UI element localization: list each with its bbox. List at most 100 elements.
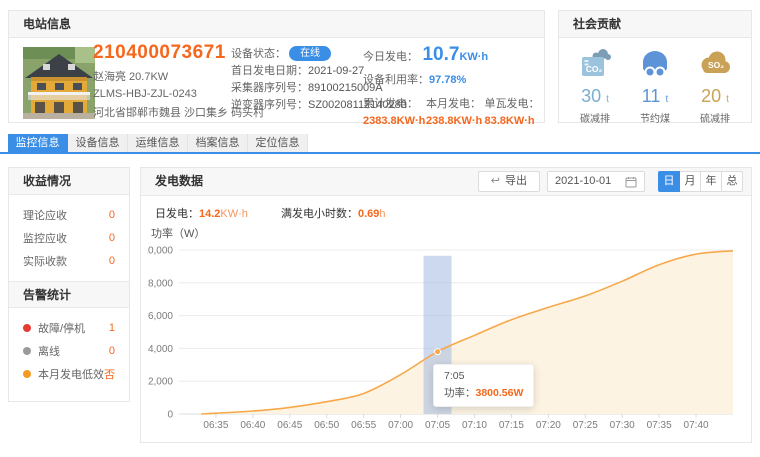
social-panel-title: 社会贡献 [559,11,751,38]
hover-point-marker [435,349,441,355]
so2-reduction-icon: SO₂ [697,46,733,80]
generation-data-panel: 发电数据 ↩ 导出 2021-10-01 日 月 [140,167,752,443]
alarm-section-title: 告警统计 [9,281,129,308]
daily-summary-row: 日发电：14.2KW·h 满发电小时数：0.69h [155,205,416,221]
so2-reduction-cell: SO₂ 20 t 硫减排 [685,46,745,125]
total-generation-cell: 累计发电： 2383.8KW·h [363,95,425,127]
export-button[interactable]: ↩ 导出 [478,171,540,192]
tab-archive-info[interactable]: 档案信息 [188,134,248,152]
svg-text:07:30: 07:30 [610,420,635,431]
calendar-icon [625,176,637,188]
svg-text:07:35: 07:35 [647,420,672,431]
alarm-row-fault: 故障/停机 1 [9,316,129,339]
social-contribution-panel: 社会贡献 CO₂ 30 t 碳减排 [558,10,752,123]
range-month-button[interactable]: 月 [679,171,701,192]
station-owner: 赵海亮 20.7KW [93,68,233,84]
co2-reduction-cell: CO₂ 30 t 碳减排 [565,46,625,125]
full-hours-value: 0.69 [358,208,379,220]
fault-dot-icon [23,324,31,332]
revenue-row-monitored: 监控应收 0 [9,226,129,249]
tab-device-info[interactable]: 设备信息 [68,134,128,152]
station-code: ZLMS-HBJ-ZJL-0243 [93,88,233,100]
svg-text:07:25: 07:25 [573,420,598,431]
inverter-serial-row: 逆变器序列号：SZ00208112140280 [231,97,361,114]
so2-value: 20 [701,86,721,106]
utilization-value: 97.78% [429,74,466,86]
chart-panel-title: 发电数据 [155,174,203,188]
range-day-button[interactable]: 日 [658,171,680,192]
per-watt-generation-cell: 单瓦发电： 83.8KW·h [485,95,543,127]
device-status-label: 设备状态： [231,48,286,60]
svg-text:4,000: 4,000 [148,344,173,355]
coal-label: 节约煤 [625,110,685,125]
chart-tooltip: 7:05 功率：3800.56W [433,364,534,407]
so2-label: 硫减排 [685,110,745,125]
day-generation-value: 14.2 [199,208,220,220]
svg-text:06:50: 06:50 [314,420,339,431]
svg-text:10,000: 10,000 [147,246,173,257]
co2-label: 碳减排 [565,110,625,125]
coal-saving-icon [637,46,673,80]
offline-count: 0 [109,345,115,357]
tab-operation-info[interactable]: 运维信息 [128,134,188,152]
svg-text:07:00: 07:00 [388,420,413,431]
monitored-receivable-value: 0 [109,232,115,244]
range-total-button[interactable]: 总 [721,171,743,192]
theoretical-receivable-value: 0 [109,209,115,221]
svg-text:06:45: 06:45 [277,420,302,431]
first-gen-date: 2021-09-27 [308,65,364,77]
tab-monitoring-info[interactable]: 监控信息 [8,134,68,152]
fault-count: 1 [109,322,115,334]
coal-value: 11 [642,86,661,106]
low-efficiency-dot-icon [23,370,31,378]
tabbar-underline [0,152,760,154]
svg-text:6,000: 6,000 [148,311,173,322]
low-efficiency-flag: 否 [104,366,115,382]
revenue-row-theoretical: 理论应收 0 [9,203,129,226]
utilization-row: 设备利用率：97.78% [363,71,543,87]
svg-text:07:15: 07:15 [499,420,524,431]
svg-text:06:55: 06:55 [351,420,376,431]
co2-value: 30 [581,86,601,106]
today-generation-row: 今日发电： 10.7KW·h [363,44,543,66]
date-picker[interactable]: 2021-10-01 [547,171,645,192]
svg-text:2,000: 2,000 [148,377,173,388]
today-generation-value: 10.7 [422,44,459,65]
tab-location-info[interactable]: 定位信息 [248,134,308,152]
station-panel-title: 电站信息 [9,11,544,38]
svg-text:07:10: 07:10 [462,420,487,431]
coal-saving-cell: 11 t 节约煤 [625,46,685,125]
svg-text:07:05: 07:05 [425,420,450,431]
svg-text:07:40: 07:40 [684,420,709,431]
offline-dot-icon [23,347,31,355]
co2-reduction-icon: CO₂ [577,46,613,80]
power-chart-svg[interactable]: 0 2,000 4,000 6,000 8,000 10,000 06:35 06:40 06:… [147,236,747,441]
station-info-panel: 电站信息 [8,10,545,123]
first-gen-date-row: 首日发电日期：2021-09-27 [231,63,361,80]
revenue-row-actual: 实际收款 0 [9,249,129,272]
house-image [23,47,95,119]
month-generation-value: 238.8KW·h [426,115,484,127]
device-status-row: 设备状态： 在线 [231,46,361,63]
chart-toolbar: ↩ 导出 2021-10-01 日 月 年 总 [478,171,743,192]
svg-text:CO₂: CO₂ [586,64,603,74]
range-year-button[interactable]: 年 [700,171,722,192]
revenue-section-title: 收益情况 [9,168,129,195]
svg-text:SO₂: SO₂ [708,60,724,70]
svg-text:8,000: 8,000 [148,278,173,289]
station-address: 河北省邯郸市魏县 沙口集乡 码头村 [93,104,233,120]
svg-text:07:20: 07:20 [536,420,561,431]
total-generation-value: 2383.8KW·h [363,115,425,127]
station-id: 210400073671 [93,42,233,64]
alarm-row-low-efficiency: 本月发电低效 否 [9,362,129,385]
station-photo [23,47,95,119]
svg-text:06:35: 06:35 [203,420,228,431]
export-icon: ↩ [491,172,500,191]
solar-monitoring-dashboard: 电站信息 [0,0,760,457]
month-generation-cell: 本月发电： 238.8KW·h [426,95,484,127]
per-watt-generation-value: 83.8KW·h [485,115,543,127]
date-value: 2021-10-01 [555,172,611,191]
range-switcher: 日 月 年 总 [658,171,743,192]
svg-text:0: 0 [167,410,173,421]
svg-text:06:40: 06:40 [240,420,265,431]
